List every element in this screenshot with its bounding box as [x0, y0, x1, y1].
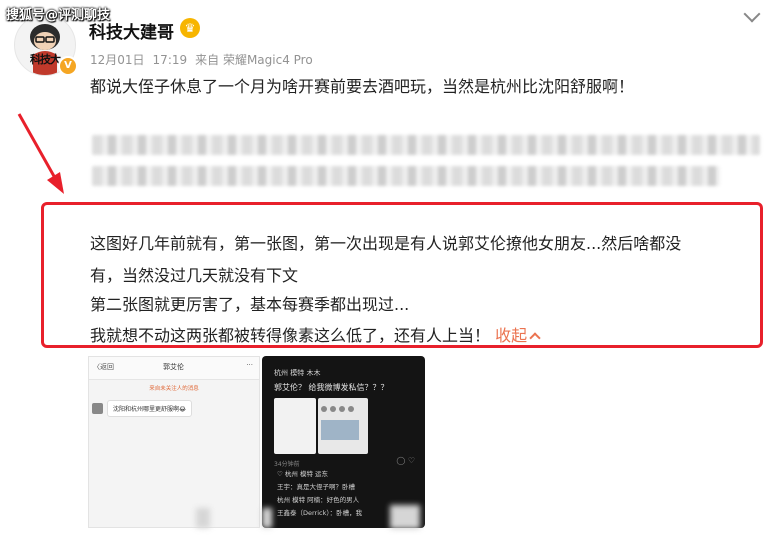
- watermark: 搜狐号@评测聊技: [6, 8, 111, 23]
- image2-dot: [348, 406, 354, 412]
- image2-comment: ♡ 杭州 模特 运东: [277, 470, 329, 478]
- chat-back-button: 〈返回: [93, 363, 114, 371]
- image2-thumbnail: [321, 420, 359, 440]
- attached-image-post[interactable]: 杭州 模特 木木 郭艾伦？ 给我微博发私信？？？ 34分钟前 ◯ ♡ ♡ 杭州 …: [262, 356, 425, 528]
- image2-question: 郭艾伦？ 给我微博发私信？？？: [274, 383, 389, 392]
- image2-header: 杭州 模特 木木: [274, 369, 321, 377]
- image2-comment: 王鑫泰（Derrick）：卧槽，我: [277, 509, 363, 517]
- attached-image-chat[interactable]: 〈返回 郭艾伦 ··· 来自未关注人的消息 沈阳和杭州哪里更舒服啊😂: [88, 356, 260, 528]
- quoted-line-2: 有，当然没过几天就没有下文: [90, 266, 299, 285]
- quoted-line-4: 我就想不动这两张都被转得像素这么低了，还有人上当！ 收起: [90, 322, 541, 346]
- chat-more-icon: ···: [246, 361, 253, 369]
- image2-dot: [321, 406, 327, 412]
- chevron-up-icon: [529, 332, 541, 344]
- blurred-patch: [196, 508, 210, 528]
- quoted-line-4-text: 我就想不动这两张都被转得像素这么低了，还有人上当！: [90, 326, 491, 345]
- image2-card: [274, 398, 316, 454]
- chat-title: 郭艾伦: [163, 363, 184, 371]
- blurred-patch: [390, 505, 420, 529]
- chat-message: 沈阳和杭州哪里更舒服啊😂: [107, 400, 193, 417]
- collapse-button[interactable]: 收起: [495, 326, 541, 345]
- image2-card: [318, 398, 368, 454]
- image2-comment: 杭州 模特 阿楠：好色的男人: [277, 496, 360, 504]
- chat-stranger-note: 来自未关注人的消息: [149, 386, 199, 392]
- image2-comment-icon: ◯ ♡: [396, 456, 415, 465]
- chat-avatar: [92, 403, 103, 414]
- image2-comment: 王宇：真是大侄子啊？卧槽: [277, 483, 355, 491]
- image2-time: 34分钟前: [274, 461, 300, 468]
- image2-dot: [339, 406, 345, 412]
- quoted-line-3: 第二张图就更厉害了，基本每赛季都出现过...: [90, 295, 410, 314]
- quoted-line-1: 这图好几年前就有，第一张图，第一次出现是有人说郭艾伦撩他女朋友...然后啥都没: [90, 234, 682, 253]
- image2-dot: [330, 406, 336, 412]
- blurred-patch: [262, 508, 272, 528]
- collapse-label: 收起: [495, 326, 528, 345]
